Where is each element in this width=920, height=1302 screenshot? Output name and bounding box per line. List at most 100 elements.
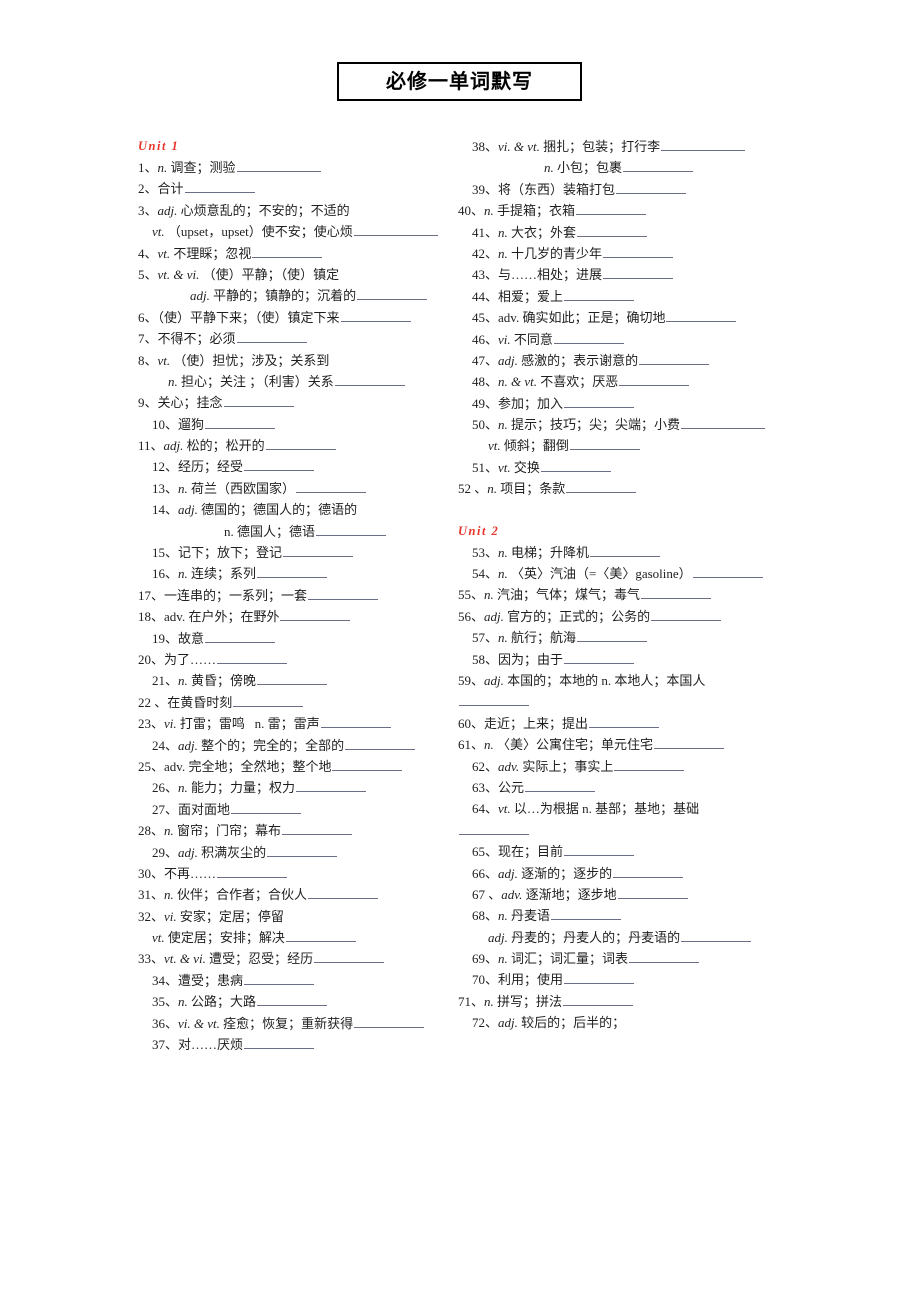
item-definition: 相爱；爱上 xyxy=(498,288,564,304)
answer-blank[interactable] xyxy=(345,737,416,750)
answer-blank[interactable] xyxy=(205,630,276,643)
answer-blank[interactable] xyxy=(334,373,405,386)
item-number: 26、 xyxy=(152,780,179,796)
answer-blank[interactable] xyxy=(354,1015,425,1028)
part-of-speech: vi. xyxy=(164,716,180,732)
answer-blank[interactable] xyxy=(551,907,622,921)
answer-blank[interactable] xyxy=(566,480,637,494)
answer-blank[interactable] xyxy=(340,309,411,322)
answer-blank[interactable] xyxy=(267,844,338,857)
answer-blank[interactable] xyxy=(564,651,635,664)
answer-blank[interactable] xyxy=(569,437,640,451)
answer-blank[interactable] xyxy=(332,758,403,771)
answer-blank[interactable] xyxy=(576,202,647,216)
answer-blank[interactable] xyxy=(353,223,438,237)
answer-blank[interactable] xyxy=(666,309,737,323)
answer-blank[interactable] xyxy=(236,330,307,344)
item-number: 61、 xyxy=(458,737,485,753)
answer-blank[interactable] xyxy=(590,544,661,557)
answer-blank[interactable] xyxy=(619,373,690,387)
answer-blank[interactable] xyxy=(244,972,315,985)
answer-blank[interactable] xyxy=(681,929,752,942)
answer-blank[interactable] xyxy=(308,886,379,900)
answer-blank[interactable] xyxy=(577,224,648,237)
answer-blank[interactable] xyxy=(320,715,391,729)
answer-blank[interactable] xyxy=(223,394,294,408)
answer-blank[interactable] xyxy=(654,736,725,750)
answer-blank[interactable] xyxy=(564,288,635,301)
answer-blank[interactable] xyxy=(525,779,596,792)
answer-blank[interactable] xyxy=(236,159,321,172)
item-definition: 对……厌烦 xyxy=(178,1037,244,1053)
vocab-item: 54、n. 〈英〉汽油（=〈美〉gasoline） xyxy=(458,563,788,584)
answer-blank[interactable] xyxy=(623,159,694,173)
item-definition: 完全地；全然地；整个地 xyxy=(188,758,332,774)
answer-blank[interactable] xyxy=(233,694,304,707)
answer-blank[interactable] xyxy=(641,586,712,600)
part-of-speech: n. xyxy=(178,673,192,689)
item-definition: （upset，upset）使不安；使心烦 xyxy=(167,224,353,240)
item-number: 37、 xyxy=(152,1037,179,1053)
answer-blank[interactable] xyxy=(285,929,356,943)
answer-blank[interactable] xyxy=(681,416,766,430)
item-definition: 〈英〉汽油（=〈美〉gasoline） xyxy=(511,566,692,582)
item-number: 11、 xyxy=(138,438,164,454)
answer-blank[interactable] xyxy=(564,395,635,408)
answer-blank[interactable] xyxy=(244,1036,315,1050)
answer-blank[interactable] xyxy=(617,886,688,899)
answer-blank[interactable] xyxy=(553,331,624,344)
answer-blank[interactable] xyxy=(603,266,674,280)
answer-blank[interactable] xyxy=(459,822,529,835)
vocab-item: 65、现在；目前 xyxy=(458,841,788,862)
item-number: 49、 xyxy=(472,395,499,411)
answer-blank[interactable] xyxy=(603,245,674,258)
answer-blank[interactable] xyxy=(205,416,276,429)
answer-blank[interactable] xyxy=(296,779,367,793)
answer-blank[interactable] xyxy=(280,608,351,622)
answer-blank[interactable] xyxy=(540,459,611,472)
answer-blank[interactable] xyxy=(184,180,255,194)
answer-blank[interactable] xyxy=(564,843,635,857)
item-definition: 走近；上来；提出 xyxy=(484,715,589,731)
answer-blank[interactable] xyxy=(651,608,722,621)
answer-blank[interactable] xyxy=(308,587,379,600)
part-of-speech: n. xyxy=(487,481,501,497)
answer-blank[interactable] xyxy=(252,245,323,258)
vocab-item: 51、vt. 交换 xyxy=(458,457,788,478)
answer-blank[interactable] xyxy=(257,993,328,1007)
answer-blank[interactable] xyxy=(692,565,763,579)
answer-blank[interactable] xyxy=(296,480,367,493)
item-definition: 十几岁的青少年 xyxy=(511,245,603,261)
answer-blank[interactable] xyxy=(639,352,710,365)
answer-blank[interactable] xyxy=(563,993,634,1006)
answer-blank[interactable] xyxy=(316,523,387,536)
vocab-item: 68、n. 丹麦语 xyxy=(458,905,788,926)
answer-blank[interactable] xyxy=(616,181,687,194)
part-of-speech: adj. xyxy=(498,1015,522,1031)
answer-blank[interactable] xyxy=(244,458,315,472)
answer-blank[interactable] xyxy=(629,950,700,964)
answer-blank[interactable] xyxy=(589,715,660,728)
right-item-list-unit1: 38、vi. & vt. 捆扎；包装；打行李 n. 小包；包裹 39、将（东西）装箱… xyxy=(458,136,788,500)
answer-blank[interactable] xyxy=(257,672,328,686)
answer-blank[interactable] xyxy=(283,544,354,558)
answer-blank[interactable] xyxy=(231,801,302,814)
item-number: 53、 xyxy=(472,544,499,560)
answer-blank[interactable] xyxy=(217,651,288,664)
answer-blank[interactable] xyxy=(314,950,385,964)
answer-blank[interactable] xyxy=(614,758,685,771)
answer-blank[interactable] xyxy=(357,287,428,301)
part-of-speech: adj. xyxy=(484,672,508,688)
item-number: 65、 xyxy=(472,844,499,860)
item-definition: 在户外；在野外 xyxy=(188,609,280,625)
answer-blank[interactable] xyxy=(661,138,746,151)
answer-blank[interactable] xyxy=(459,693,529,707)
item-definition: 遭受；患病 xyxy=(178,972,244,988)
answer-blank[interactable] xyxy=(564,971,635,985)
answer-blank[interactable] xyxy=(577,629,648,643)
answer-blank[interactable] xyxy=(613,865,684,878)
answer-blank[interactable] xyxy=(257,565,328,579)
answer-blank[interactable] xyxy=(265,437,336,451)
answer-blank[interactable] xyxy=(217,865,288,878)
answer-blank[interactable] xyxy=(282,822,353,836)
